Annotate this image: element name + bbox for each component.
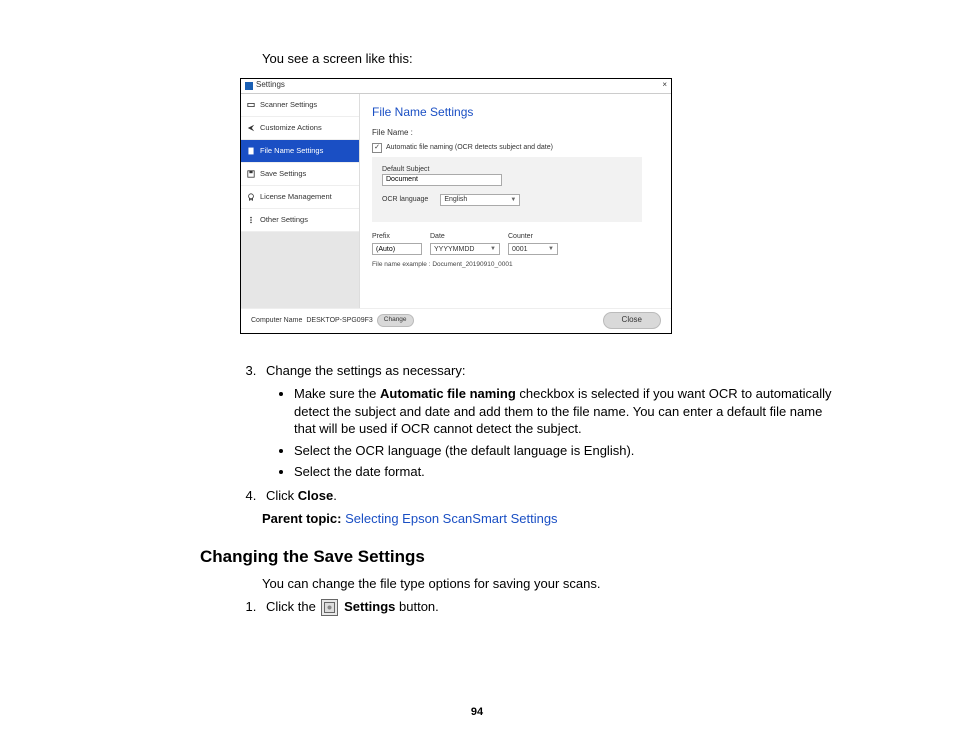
settings-screenshot: Settings × Scanner Settings Customize Ac… (240, 78, 672, 334)
file-icon (247, 147, 255, 155)
settings-main-panel: File Name Settings File Name : ✓ Automat… (360, 94, 671, 310)
save-icon (247, 170, 255, 178)
ocr-language-value: English (444, 195, 467, 204)
chevron-down-icon: ▼ (548, 245, 554, 253)
app-logo-icon (245, 82, 253, 90)
ocr-language-select[interactable]: English ▼ (440, 194, 520, 206)
auto-naming-label: Automatic file naming (OCR detects subje… (386, 143, 553, 152)
counter-label: Counter (508, 232, 558, 241)
sidebar-item-license-management[interactable]: License Management (241, 186, 359, 209)
settings-sidebar: Scanner Settings Customize Actions File … (241, 94, 360, 310)
send-icon (247, 124, 255, 132)
section-heading-changing-save-settings: Changing the Save Settings (150, 546, 834, 569)
ocr-language-label: OCR language (382, 195, 428, 204)
default-subject-input[interactable] (382, 174, 502, 186)
more-icon (247, 216, 255, 224)
sidebar-item-label: Save Settings (260, 169, 306, 179)
parent-topic-label: Parent topic: (262, 511, 341, 526)
counter-select[interactable]: 0001 ▼ (508, 243, 558, 255)
computer-name-value: DESKTOP-SPG09F3 (306, 316, 372, 325)
section-body: You can change the file type options for… (262, 575, 834, 593)
settings-footer: Computer Name DESKTOP-SPG09F3 Change Clo… (241, 308, 671, 333)
step-3-bullet-1: Make sure the Automatic file naming chec… (294, 385, 834, 438)
sidebar-empty-area (241, 232, 359, 309)
sidebar-item-file-name-settings[interactable]: File Name Settings (241, 140, 359, 163)
chevron-down-icon: ▼ (490, 245, 496, 253)
sidebar-item-label: Scanner Settings (260, 100, 317, 110)
settings-gear-icon (321, 599, 338, 616)
scanner-icon (247, 101, 255, 109)
sidebar-item-label: Customize Actions (260, 123, 322, 133)
step-1: Click the Settings button. (260, 598, 834, 616)
sidebar-item-scanner-settings[interactable]: Scanner Settings (241, 94, 359, 117)
counter-value: 0001 (512, 245, 528, 254)
chevron-down-icon: ▼ (510, 196, 516, 204)
instruction-steps: Change the settings as necessary: Make s… (220, 362, 834, 505)
license-icon (247, 193, 255, 201)
window-titlebar: Settings × (241, 79, 671, 94)
window-close-button[interactable]: × (662, 80, 667, 91)
close-button[interactable]: Close (603, 312, 661, 329)
panel-heading: File Name Settings (372, 104, 659, 120)
auto-naming-checkbox[interactable]: ✓ (372, 143, 382, 153)
window-title: Settings (256, 80, 285, 91)
sidebar-item-label: License Management (260, 192, 332, 202)
date-format-value: YYYYMMDD (434, 245, 474, 254)
step-3: Change the settings as necessary: Make s… (260, 362, 834, 481)
step-3-lead: Change the settings as necessary: (266, 363, 465, 378)
sidebar-item-customize-actions[interactable]: Customize Actions (241, 117, 359, 140)
step-3-bullet-3: Select the date format. (294, 463, 834, 481)
parent-topic: Parent topic: Selecting Epson ScanSmart … (262, 510, 834, 528)
date-label: Date (430, 232, 500, 241)
auto-naming-options: Default Subject OCR language English ▼ (372, 157, 642, 222)
instruction-steps-2: Click the Settings button. (220, 598, 834, 616)
parent-topic-link[interactable]: Selecting Epson ScanSmart Settings (345, 511, 557, 526)
prefix-label: Prefix (372, 232, 422, 241)
filename-example: File name example : Document_20190910_00… (372, 261, 659, 270)
date-format-select[interactable]: YYYYMMDD ▼ (430, 243, 500, 255)
prefix-input[interactable] (372, 243, 422, 255)
page-number: 94 (0, 705, 954, 720)
sidebar-item-label: Other Settings (260, 215, 308, 225)
filename-label: File Name : (372, 128, 659, 139)
change-computer-name-button[interactable]: Change (377, 314, 414, 327)
sidebar-item-other-settings[interactable]: Other Settings (241, 209, 359, 232)
step-3-bullet-2: Select the OCR language (the default lan… (294, 442, 834, 460)
step-4: Click Close. (260, 487, 834, 505)
sidebar-item-save-settings[interactable]: Save Settings (241, 163, 359, 186)
intro-text: You see a screen like this: (262, 50, 834, 68)
sidebar-item-label: File Name Settings (260, 146, 323, 156)
computer-name-label: Computer Name (251, 316, 302, 325)
default-subject-label: Default Subject (382, 165, 632, 174)
